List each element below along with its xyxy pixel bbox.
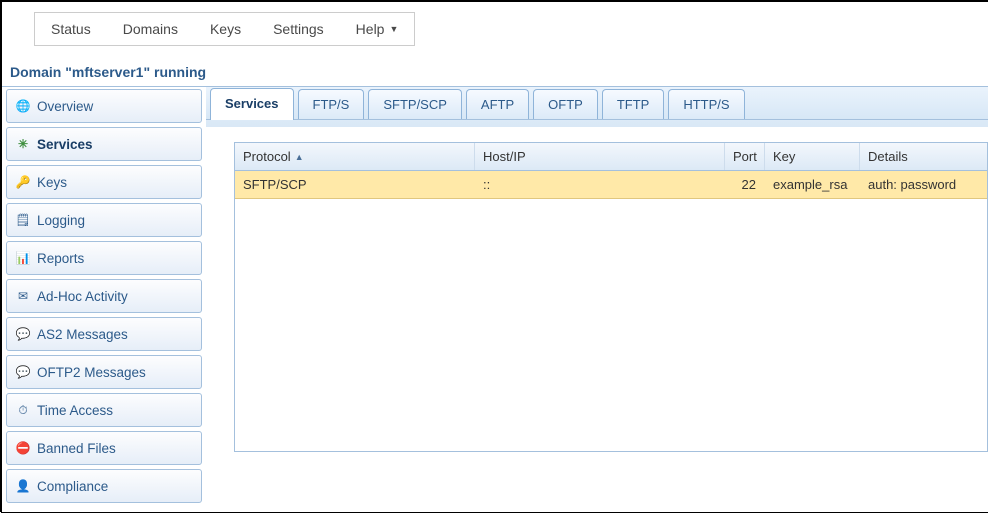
- sidebar-item-label: AS2 Messages: [37, 327, 128, 342]
- cell-port: 22: [725, 171, 765, 198]
- person-icon: [15, 478, 31, 494]
- sidebar-item-label: Banned Files: [37, 441, 116, 456]
- table-header-row: Protocol ▲ Host/IP Port Key Details: [235, 143, 987, 171]
- top-nav: Status Domains Keys Settings Help ▼: [34, 12, 415, 46]
- nav-keys-label: Keys: [210, 21, 241, 37]
- cell-details: auth: password: [860, 171, 987, 198]
- col-header-details[interactable]: Details: [860, 143, 987, 170]
- nav-settings-label: Settings: [273, 21, 324, 37]
- col-header-label: Details: [868, 149, 908, 164]
- sidebar-item-label: OFTP2 Messages: [37, 365, 146, 380]
- sidebar-item-banned-files[interactable]: Banned Files: [6, 431, 202, 465]
- nav-keys[interactable]: Keys: [194, 13, 257, 45]
- col-header-label: Protocol: [243, 149, 291, 164]
- col-header-label: Host/IP: [483, 149, 526, 164]
- tab-label: FTP/S: [313, 97, 350, 112]
- sidebar-item-overview[interactable]: Overview: [6, 89, 202, 123]
- sidebar-item-services[interactable]: Services: [6, 127, 202, 161]
- logging-icon: [15, 212, 31, 228]
- messages-icon: [15, 364, 31, 380]
- sidebar-item-logging[interactable]: Logging: [6, 203, 202, 237]
- cell-protocol: SFTP/SCP: [235, 171, 475, 198]
- tab-services[interactable]: Services: [210, 88, 294, 120]
- tab-aftp[interactable]: AFTP: [466, 89, 529, 119]
- sort-asc-icon: ▲: [295, 152, 304, 162]
- messages-icon: [15, 326, 31, 342]
- tabs-bar: Services FTP/S SFTP/SCP AFTP OFTP TFTP H…: [206, 87, 988, 120]
- nav-domains[interactable]: Domains: [107, 13, 194, 45]
- col-header-host[interactable]: Host/IP: [475, 143, 725, 170]
- sidebar-item-label: Reports: [37, 251, 84, 266]
- tab-https[interactable]: HTTP/S: [668, 89, 744, 119]
- nav-status[interactable]: Status: [35, 13, 107, 45]
- col-header-port[interactable]: Port: [725, 143, 765, 170]
- clock-icon: [15, 402, 31, 418]
- banned-icon: [15, 440, 31, 456]
- sidebar-item-keys[interactable]: Keys: [6, 165, 202, 199]
- sidebar-item-label: Compliance: [37, 479, 108, 494]
- sidebar-item-label: Overview: [37, 99, 93, 114]
- page-title: Domain "mftserver1" running: [10, 64, 988, 80]
- keys-icon: [15, 174, 31, 190]
- reports-icon: [15, 250, 31, 266]
- sidebar-item-oftp2-messages[interactable]: OFTP2 Messages: [6, 355, 202, 389]
- sidebar-item-time-access[interactable]: Time Access: [6, 393, 202, 427]
- sidebar-item-adhoc-activity[interactable]: Ad-Hoc Activity: [6, 279, 202, 313]
- nav-help[interactable]: Help ▼: [340, 13, 415, 45]
- services-table: Protocol ▲ Host/IP Port Key Details SFTP…: [234, 142, 988, 452]
- overview-icon: [15, 98, 31, 114]
- cell-host: ::: [475, 171, 725, 198]
- tab-label: OFTP: [548, 97, 583, 112]
- nav-domains-label: Domains: [123, 21, 178, 37]
- tab-tftp[interactable]: TFTP: [602, 89, 665, 119]
- nav-help-label: Help: [356, 21, 385, 37]
- sidebar-item-label: Logging: [37, 213, 85, 228]
- table-row[interactable]: SFTP/SCP :: 22 example_rsa auth: passwor…: [235, 171, 987, 199]
- col-header-label: Port: [733, 149, 757, 164]
- col-header-protocol[interactable]: Protocol ▲: [235, 143, 475, 170]
- tab-label: AFTP: [481, 97, 514, 112]
- envelope-icon: [15, 288, 31, 304]
- tab-label: Services: [225, 96, 279, 111]
- tab-sftpscp[interactable]: SFTP/SCP: [368, 89, 462, 119]
- col-header-key[interactable]: Key: [765, 143, 860, 170]
- tab-oftp[interactable]: OFTP: [533, 89, 598, 119]
- tab-label: TFTP: [617, 97, 650, 112]
- services-icon: [15, 136, 31, 152]
- caret-down-icon: ▼: [389, 24, 398, 34]
- col-header-label: Key: [773, 149, 795, 164]
- sidebar: Overview Services Keys Logging Reports A…: [2, 87, 206, 507]
- tab-ftps[interactable]: FTP/S: [298, 89, 365, 119]
- sidebar-item-compliance[interactable]: Compliance: [6, 469, 202, 503]
- cell-key: example_rsa: [765, 171, 860, 198]
- tab-label: SFTP/SCP: [383, 97, 447, 112]
- tab-label: HTTP/S: [683, 97, 729, 112]
- sidebar-item-label: Ad-Hoc Activity: [37, 289, 128, 304]
- nav-settings[interactable]: Settings: [257, 13, 340, 45]
- nav-status-label: Status: [51, 21, 91, 37]
- sidebar-item-label: Services: [37, 137, 93, 152]
- content-area: Services FTP/S SFTP/SCP AFTP OFTP TFTP H…: [206, 87, 988, 507]
- sidebar-item-reports[interactable]: Reports: [6, 241, 202, 275]
- sidebar-item-label: Keys: [37, 175, 67, 190]
- sidebar-item-label: Time Access: [37, 403, 113, 418]
- sidebar-item-as2-messages[interactable]: AS2 Messages: [6, 317, 202, 351]
